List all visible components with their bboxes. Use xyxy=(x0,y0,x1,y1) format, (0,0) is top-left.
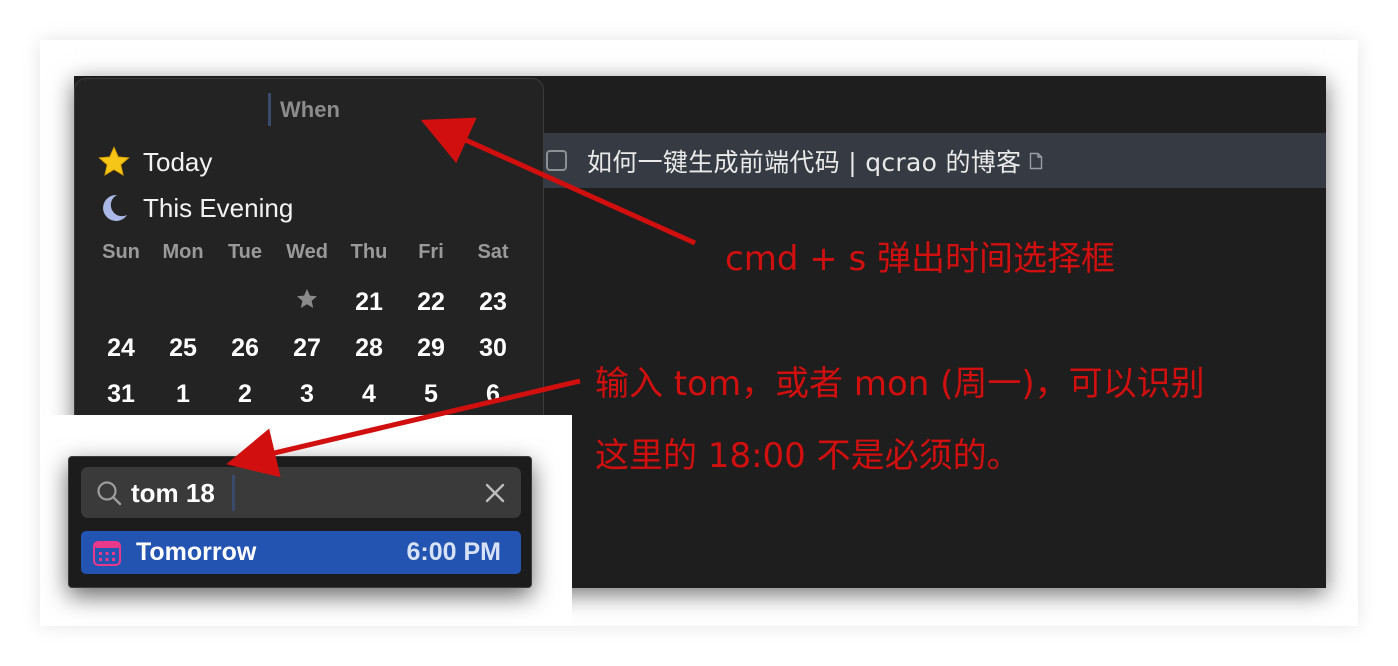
search-field[interactable]: tom 18 xyxy=(81,467,521,518)
calendar-week: 24 25 26 27 28 29 30 xyxy=(90,325,524,371)
weekday-label: Wed xyxy=(286,241,328,263)
calendar-day[interactable]: 28 xyxy=(338,334,400,363)
moon-icon xyxy=(103,194,127,221)
weekday-label: Fri xyxy=(418,241,444,263)
option-this-evening-label: This Evening xyxy=(143,192,294,223)
calendar-day[interactable]: 6 xyxy=(462,380,524,409)
calendar-day[interactable]: 4 xyxy=(338,380,400,409)
calendar-day[interactable]: 2 xyxy=(214,380,276,409)
calendar-day[interactable]: 21 xyxy=(338,288,400,317)
calendar-icon xyxy=(93,540,121,566)
today-star-icon xyxy=(297,288,317,308)
search-icon xyxy=(97,481,122,506)
result-label: Tomorrow xyxy=(136,538,257,566)
result-time: 6:00 PM xyxy=(406,538,501,566)
quick-date-search-popup: tom 18 Tomorrow 6:00 PM xyxy=(68,456,532,588)
weekday-label: Tue xyxy=(227,241,263,263)
option-this-evening[interactable]: This Evening xyxy=(97,191,293,225)
weekday-label: Thu xyxy=(350,241,388,263)
annotation-text-1: cmd + s 弹出时间选择框 xyxy=(725,239,1116,279)
todo-title: 如何一键生成前端代码 | qcrao 的博客 xyxy=(587,147,1022,177)
search-text-caret xyxy=(232,475,235,511)
when-date-picker: When Today This Evening Sun Mon Tue Wed … xyxy=(74,78,544,438)
option-today[interactable]: Today xyxy=(97,145,212,179)
screenshot-canvas: 如何一键生成前端代码 | qcrao 的博客 When Today This E… xyxy=(0,0,1398,666)
calendar-day[interactable]: 31 xyxy=(90,380,152,409)
weekday-label: Sun xyxy=(102,241,140,263)
todo-checkbox[interactable] xyxy=(546,150,567,171)
calendar-day[interactable]: 1 xyxy=(152,380,214,409)
calendar-grid: 21 22 23 24 25 26 27 28 29 30 31 1 2 3 4… xyxy=(90,279,524,417)
calendar-day[interactable]: 23 xyxy=(462,288,524,317)
option-today-label: Today xyxy=(143,146,213,177)
note-document-icon xyxy=(1029,152,1043,170)
calendar-day[interactable]: 5 xyxy=(400,380,462,409)
when-input[interactable]: When xyxy=(75,97,543,123)
search-result-tomorrow[interactable]: Tomorrow 6:00 PM xyxy=(81,531,521,574)
annotation-text-3: 这里的 18:00 不是必须的。 xyxy=(595,436,1021,476)
close-icon[interactable] xyxy=(483,481,507,505)
calendar-day-today[interactable] xyxy=(276,287,338,318)
star-icon xyxy=(98,146,130,176)
calendar-day[interactable]: 26 xyxy=(214,334,276,363)
calendar-day[interactable]: 24 xyxy=(90,334,152,363)
calendar-day[interactable]: 30 xyxy=(462,334,524,363)
calendar-day[interactable]: 29 xyxy=(400,334,462,363)
weekday-label: Mon xyxy=(162,241,204,263)
search-input-value[interactable]: tom 18 xyxy=(131,478,215,509)
todo-row[interactable]: 如何一键生成前端代码 | qcrao 的博客 xyxy=(542,133,1326,188)
calendar-day[interactable]: 27 xyxy=(276,334,338,363)
calendar-week: 21 22 23 xyxy=(90,279,524,325)
calendar-day[interactable]: 22 xyxy=(400,288,462,317)
weekday-label: Sat xyxy=(477,241,509,263)
calendar-week: 31 1 2 3 4 5 6 xyxy=(90,371,524,417)
calendar-day[interactable]: 3 xyxy=(276,380,338,409)
calendar-weekday-header: Sun Mon Tue Wed Thu Fri Sat xyxy=(90,241,524,264)
calendar-day[interactable]: 25 xyxy=(152,334,214,363)
annotation-text-2: 输入 tom，或者 mon (周一)，可以识别 xyxy=(595,364,1205,404)
